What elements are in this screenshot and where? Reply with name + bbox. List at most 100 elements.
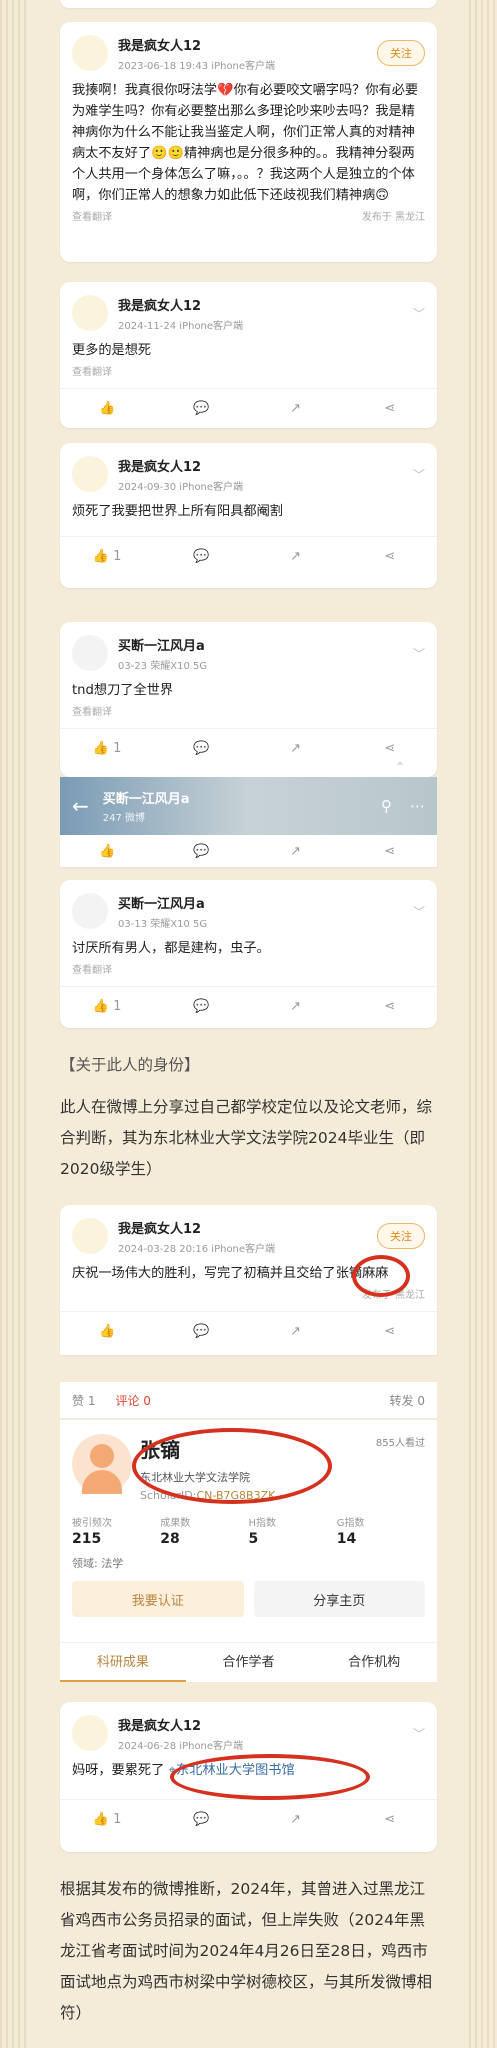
- follow-button[interactable]: 关注: [377, 1223, 425, 1249]
- left-border: [0, 0, 28, 2048]
- post-card: 我是疯女人12 2024-11-24 iPhone客户端 ﹀ 更多的是想死 查看翻…: [60, 282, 437, 428]
- like-icon[interactable]: 👍 1: [60, 999, 154, 1014]
- post-text: tnd想刀了全世界: [72, 683, 174, 698]
- avatar[interactable]: [72, 35, 108, 71]
- post-text: 我揍啊！我真很你呀法学💔你有必要咬文嚼字吗？你有必要为难学生吗？你有必要整出那么…: [72, 83, 419, 203]
- tab-coauthors[interactable]: 合作学者: [186, 1643, 312, 1682]
- post-text: 更多的是想死: [72, 343, 152, 358]
- metric-value: 28: [160, 1531, 180, 1547]
- like-count[interactable]: 赞 1: [72, 1392, 95, 1409]
- comment-icon[interactable]: 💬: [154, 549, 248, 564]
- avatar: [72, 1434, 132, 1494]
- chevron-down-icon[interactable]: ﹀: [413, 466, 425, 483]
- repost-icon[interactable]: ↗: [249, 1812, 343, 1827]
- post-card: 我是疯女人12 2023-06-18 19:43 iPhone客户端 关注 我揍啊…: [60, 22, 437, 262]
- share-icon[interactable]: ⋖: [343, 1324, 437, 1339]
- metric-label: G指数: [336, 1518, 365, 1529]
- tab-institutions[interactable]: 合作机构: [311, 1643, 437, 1682]
- profile-tabs: 科研成果 合作学者 合作机构: [60, 1642, 437, 1682]
- user-name[interactable]: 我是疯女人12: [118, 1218, 377, 1237]
- back-icon[interactable]: ←: [72, 794, 89, 818]
- translate-link[interactable]: 查看翻译: [72, 703, 112, 718]
- header-title: 买断一江风月a: [102, 792, 190, 807]
- post-meta: 03-23 荣耀X10 5G: [118, 660, 208, 672]
- repost-icon[interactable]: ↗: [249, 741, 343, 756]
- share-profile-button[interactable]: 分享主页: [253, 1581, 425, 1617]
- comment-icon[interactable]: 💬: [154, 1812, 248, 1827]
- post-meta: 2024-06-28 iPhone客户端: [118, 1740, 244, 1752]
- comment-icon[interactable]: 💬: [154, 401, 248, 416]
- region-label: 发布于 黑龙江: [361, 212, 425, 223]
- avatar[interactable]: [72, 635, 108, 671]
- post-meta: 2023-06-18 19:43 iPhone客户端: [118, 60, 276, 72]
- profile-header: ← 买断一江风月a 247 微博 ⚲ ⋯: [60, 777, 437, 835]
- chevron-down-icon[interactable]: ﹀: [413, 1725, 425, 1742]
- post-card: 我是疯女人12 2024-09-30 iPhone客户端 ﹀ 烦死了我要把世界上所…: [60, 443, 437, 588]
- avatar[interactable]: [72, 1218, 108, 1254]
- comment-count[interactable]: 评论 0: [115, 1392, 150, 1409]
- action-bar: 👍 💬 ↗ ⋖: [60, 835, 437, 867]
- post-text: 讨厌所有男人，都是建构，虫子。: [72, 941, 270, 956]
- metric-value: 215: [72, 1531, 102, 1547]
- scholar-profile: 张镝 东北林业大学文法学院 ScholarID:CN-B7G8B3ZK 855人…: [60, 1420, 437, 1652]
- comment-icon[interactable]: 💬: [154, 741, 248, 756]
- scroll-top-icon[interactable]: ⌃: [395, 760, 405, 774]
- repost-icon[interactable]: ↗: [249, 1324, 343, 1339]
- scholar-name: 张镝: [140, 1438, 180, 1462]
- avatar[interactable]: [72, 456, 108, 492]
- share-icon[interactable]: ⋖: [343, 844, 437, 859]
- share-icon[interactable]: ⋖: [343, 999, 437, 1014]
- translate-link[interactable]: 查看翻译: [72, 961, 112, 976]
- repost-icon[interactable]: ↗: [249, 401, 343, 416]
- like-icon[interactable]: 👍: [60, 844, 154, 859]
- chevron-down-icon[interactable]: ﹀: [413, 645, 425, 662]
- comment-icon[interactable]: 💬: [154, 1324, 248, 1339]
- translate-link[interactable]: 查看翻译: [72, 208, 112, 223]
- comment-icon[interactable]: 💬: [154, 999, 248, 1014]
- verify-button[interactable]: 我要认证: [72, 1581, 244, 1617]
- follow-button[interactable]: 关注: [377, 40, 425, 66]
- card-fragment: [60, 0, 437, 8]
- share-icon[interactable]: ⋖: [343, 549, 437, 564]
- post-card: 我是疯女人12 2024-06-28 iPhone客户端 ﹀ 妈呀，要累死了 ⌖东…: [60, 1702, 437, 1852]
- post-text: 烦死了我要把世界上所有阳具都阉割: [72, 504, 283, 519]
- user-name[interactable]: 我是疯女人12: [118, 35, 377, 54]
- repost-icon[interactable]: ↗: [249, 844, 343, 859]
- like-icon[interactable]: 👍 1: [60, 741, 154, 756]
- chevron-down-icon[interactable]: ﹀: [413, 305, 425, 322]
- user-name[interactable]: 买断一江风月a: [118, 635, 413, 654]
- post-meta: 03-13 荣耀X10 5G: [118, 918, 208, 930]
- like-icon[interactable]: 👍: [60, 1324, 154, 1339]
- repost-count[interactable]: 转发 0: [390, 1392, 425, 1409]
- right-border: [469, 0, 497, 2048]
- avatar[interactable]: [72, 295, 108, 331]
- translate-link[interactable]: 查看翻译: [72, 363, 112, 378]
- share-icon[interactable]: ⋖: [343, 401, 437, 416]
- comment-icon[interactable]: 💬: [154, 844, 248, 859]
- avatar[interactable]: [72, 1715, 108, 1751]
- repost-icon[interactable]: ↗: [249, 999, 343, 1014]
- user-name[interactable]: 买断一江风月a: [118, 893, 413, 912]
- share-icon[interactable]: ⋖: [343, 741, 437, 756]
- location-link[interactable]: ⌖东北林业大学图书馆: [169, 1763, 295, 1778]
- metric-label: H指数: [248, 1518, 277, 1529]
- search-icon[interactable]: ⚲: [381, 797, 392, 815]
- metric-label: 被引频次: [72, 1518, 112, 1529]
- repost-icon[interactable]: ↗: [249, 549, 343, 564]
- like-icon[interactable]: 👍 1: [60, 549, 154, 564]
- section-text: 此人在微博上分享过自己都学校定位以及论文老师，综合判断，其为东北林业大学文法学院…: [60, 1098, 433, 1178]
- more-icon[interactable]: ⋯: [410, 797, 425, 815]
- user-name[interactable]: 我是疯女人12: [118, 1715, 413, 1734]
- user-name[interactable]: 我是疯女人12: [118, 456, 413, 475]
- post-card: 买断一江风月a 03-13 荣耀X10 5G ﹀ 讨厌所有男人，都是建构，虫子。 …: [60, 880, 437, 1028]
- avatar[interactable]: [72, 893, 108, 929]
- share-icon[interactable]: ⋖: [343, 1812, 437, 1827]
- chevron-down-icon[interactable]: ﹀: [413, 903, 425, 920]
- like-icon[interactable]: 👍: [60, 401, 154, 416]
- user-name[interactable]: 我是疯女人12: [118, 295, 413, 314]
- closing-text: 根据其发布的微博推断，2024年，其曾进入过黑龙江省鸡西市公务员招录的面试，但上…: [60, 1880, 433, 2022]
- like-icon[interactable]: 👍 1: [60, 1812, 154, 1827]
- metric-value: 14: [336, 1531, 357, 1547]
- stats-bar: 赞 1 评论 0 转发 0: [60, 1382, 437, 1418]
- tab-research[interactable]: 科研成果: [60, 1643, 186, 1682]
